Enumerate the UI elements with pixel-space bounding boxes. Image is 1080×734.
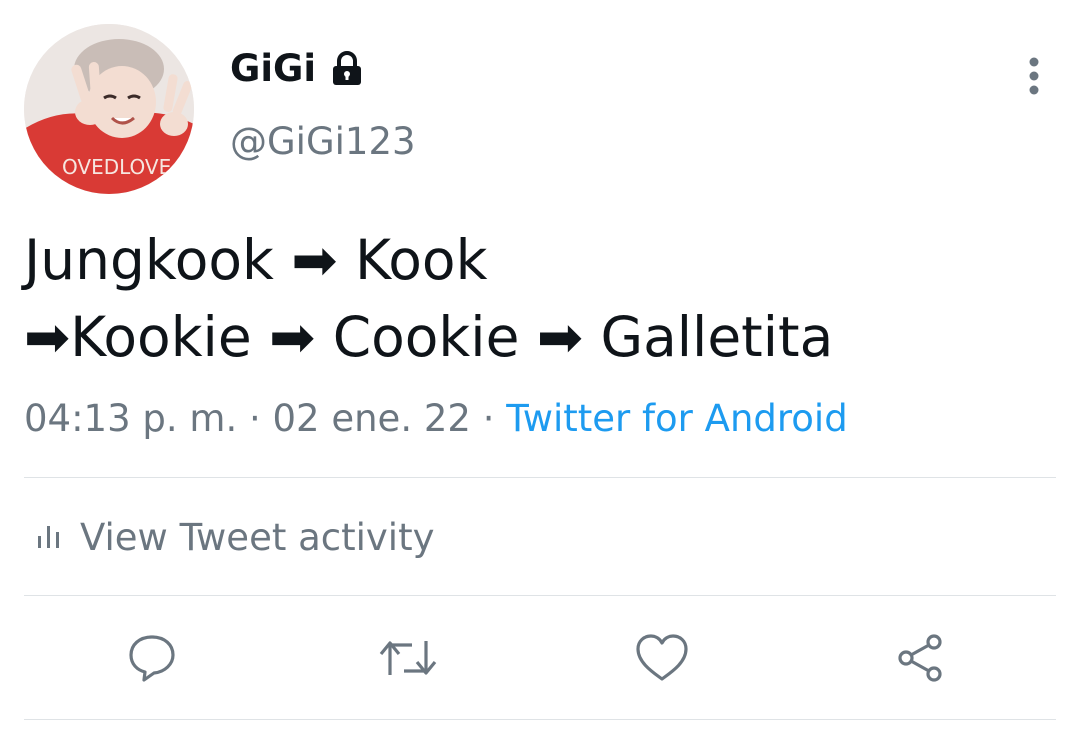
divider bbox=[24, 595, 1056, 596]
more-options-icon[interactable] bbox=[1016, 56, 1052, 96]
divider bbox=[24, 477, 1056, 478]
divider bbox=[24, 719, 1056, 720]
reply-button[interactable] bbox=[122, 630, 182, 690]
author-handle[interactable]: @GiGi123 bbox=[230, 123, 416, 160]
author-display-name[interactable]: GiGi bbox=[230, 50, 364, 87]
retweet-icon bbox=[378, 635, 438, 685]
retweet-button[interactable] bbox=[378, 630, 438, 690]
meta-separator: · bbox=[470, 397, 507, 440]
view-tweet-activity[interactable]: View Tweet activity bbox=[36, 514, 434, 562]
tweet-text-line: ➡Kookie ➡ Cookie ➡ Galletita bbox=[24, 305, 834, 369]
tweet-time[interactable]: 04:13 p. m. bbox=[24, 397, 237, 440]
like-icon bbox=[634, 633, 690, 687]
reply-icon bbox=[126, 633, 178, 687]
display-name-text[interactable]: GiGi bbox=[230, 50, 316, 87]
tweet-text-line: Jungkook ➡ Kook bbox=[24, 228, 488, 292]
tweet-source-link[interactable]: Twitter for Android bbox=[506, 397, 847, 440]
tweet-meta: 04:13 p. m. · 02 ene. 22 · Twitter for A… bbox=[24, 395, 848, 443]
tweet-text: Jungkook ➡ Kook ➡Kookie ➡ Cookie ➡ Galle… bbox=[24, 222, 1054, 376]
like-button[interactable] bbox=[632, 630, 692, 690]
avatar-sweater-text: OVEDLOVE bbox=[62, 155, 171, 179]
activity-label[interactable]: View Tweet activity bbox=[80, 514, 434, 562]
tweet-actions bbox=[0, 620, 1080, 700]
share-icon bbox=[894, 633, 946, 687]
lock-icon bbox=[330, 50, 364, 87]
avatar[interactable]: OVEDLOVE bbox=[24, 24, 194, 194]
activity-chart-icon bbox=[36, 514, 62, 562]
tweet-date[interactable]: 02 ene. 22 bbox=[273, 397, 471, 440]
meta-separator: · bbox=[237, 397, 273, 440]
share-button[interactable] bbox=[890, 630, 950, 690]
